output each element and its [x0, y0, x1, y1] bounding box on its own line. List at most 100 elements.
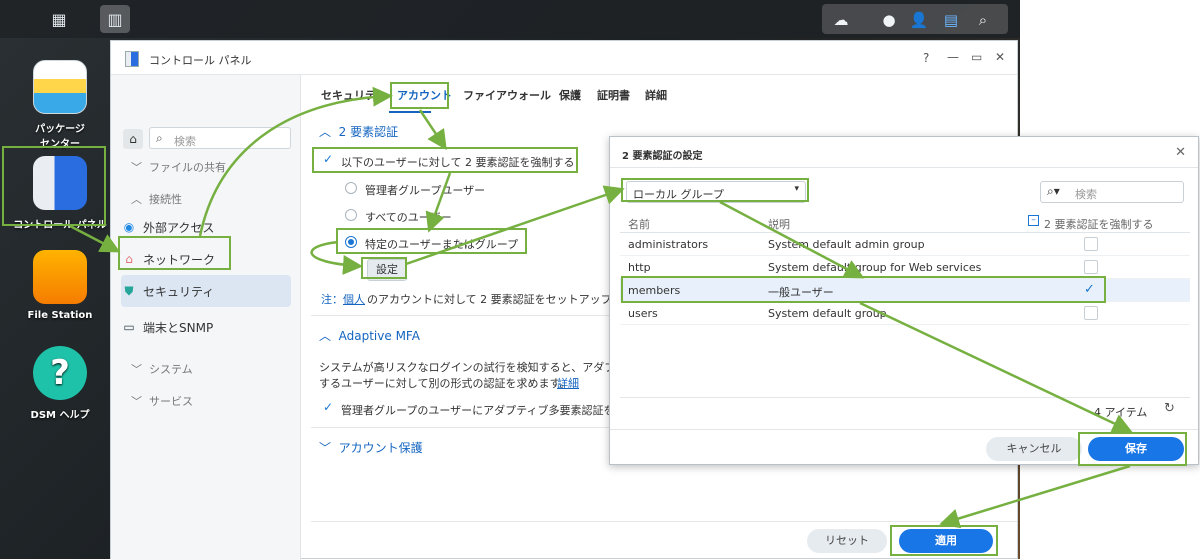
dialog-title-divider [610, 167, 1198, 168]
note-text: のアカウントに対して 2 要素認証をセットアップで [367, 293, 623, 306]
active-tab-underline [389, 111, 431, 113]
personal-link[interactable]: 個人 [343, 291, 365, 307]
section-title: Adaptive MFA [338, 329, 420, 343]
widgets-icon[interactable]: ▤ [940, 9, 962, 31]
radio-all-users[interactable] [345, 209, 357, 221]
main-menu-icon[interactable]: ▦ [44, 5, 74, 33]
settings-button[interactable]: 設定 [367, 259, 407, 281]
item-count: 4 アイテム [1094, 406, 1148, 419]
radio-admin-group[interactable] [345, 182, 357, 194]
folder-icon [33, 250, 87, 304]
terminal-icon: ▭ [123, 320, 135, 334]
divider [311, 315, 611, 316]
sidebar-item-security[interactable]: ⛊ セキュリティ [121, 275, 291, 307]
tab-advanced[interactable]: 詳細 [645, 87, 667, 103]
footer-divider [311, 521, 1017, 522]
section-mfa-header[interactable]: ︿ Adaptive MFA [319, 327, 420, 344]
tab-protection[interactable]: 保護 [559, 87, 581, 103]
enforce-2fa-checkbox[interactable]: ✓ [323, 153, 335, 165]
close-button[interactable]: ✕ [995, 50, 1005, 64]
enforce-checkbox[interactable] [1084, 237, 1098, 251]
table-row[interactable]: members 一般ユーザー ✓ [620, 279, 1190, 302]
sidebar-group-label: サービス [149, 395, 193, 408]
dialog-title: 2 要素認証の設定 [622, 151, 703, 162]
table-row[interactable]: administrators System default admin group [620, 233, 1190, 256]
search-icon[interactable]: ⌕ [972, 9, 994, 31]
section-title: 2 要素認証 [338, 125, 399, 139]
select-all-checkbox[interactable]: – [1028, 215, 1039, 226]
sidebar-group-file-sharing[interactable]: ﹀ ファイルの共有 [131, 159, 226, 175]
details-link[interactable]: 詳細 [557, 375, 579, 391]
sidebar-item-external-access[interactable]: ◉ 外部アクセス [121, 211, 291, 243]
sidebar-item-label: セキュリティ [143, 284, 215, 299]
sidebar-item-label: 外部アクセス [143, 220, 215, 235]
cancel-button[interactable]: キャンセル [986, 437, 1082, 461]
minimize-button[interactable]: — [947, 50, 959, 64]
reset-button[interactable]: リセット [807, 529, 887, 553]
sidebar-group-label: システム [149, 363, 193, 376]
group-description: 一般ユーザー [768, 286, 834, 299]
desktop-icon-label: パッケージ センター [35, 124, 85, 150]
table-footer-divider [620, 397, 1190, 398]
shield-icon: ⛊ [124, 283, 134, 298]
adaptive-mfa-checkbox[interactable]: ✓ [323, 401, 335, 413]
apply-button[interactable]: 適用 [899, 529, 993, 553]
group-type-select[interactable]: ローカル グループ ▾ [626, 181, 806, 203]
network-icon: ⌂ [125, 252, 133, 266]
help-button[interactable]: ? [923, 51, 929, 65]
user-icon[interactable]: 👤 [908, 9, 930, 31]
group-description: System default admin group [768, 238, 925, 251]
desktop-icon-file-station[interactable]: File Station [8, 250, 112, 321]
desktop-icon-dsm-help[interactable]: ? DSM ヘルプ [8, 346, 112, 421]
mfa-description-line2: するユーザーに対して別の形式の認証を求めます。 [319, 377, 571, 390]
tab-security[interactable]: セキュリティ [321, 87, 386, 103]
section-2fa-header[interactable]: ︿ 2 要素認証 [319, 123, 398, 140]
tab-firewall[interactable]: ファイアウォール [463, 87, 551, 103]
enforce-checkbox[interactable]: ✓ [1084, 283, 1098, 297]
refresh-icon[interactable]: ↻ [1164, 401, 1175, 416]
sidebar-group-connectivity[interactable]: ︿ 接続性 [131, 191, 182, 207]
table-row[interactable]: users System default group [620, 302, 1190, 325]
dialog-search-input[interactable]: ⌕▾ 検索 [1040, 181, 1184, 203]
note-prefix: 注： [321, 293, 343, 306]
section-account-protection-header[interactable]: ﹀ アカウント保護 [319, 439, 423, 456]
group-name: members [628, 284, 681, 297]
help-icon: ? [33, 346, 87, 400]
mfa-description-line1: システムが高リスクなログインの試行を検知すると、アダプテ [319, 361, 627, 374]
divider [311, 427, 611, 428]
home-icon[interactable]: ⌂ [123, 129, 143, 149]
sidebar-item-label: ネットワーク [143, 252, 216, 267]
column-description: 説明 [768, 218, 790, 231]
chat-icon[interactable]: ● [878, 9, 900, 31]
2fa-settings-dialog: 2 要素認証の設定 ✕ ローカル グループ ▾ ⌕▾ 検索 名前 説明 – 2 … [609, 136, 1199, 465]
desktop-icon-label: コントロール パネル [13, 220, 107, 231]
dialog-close-icon[interactable]: ✕ [1175, 145, 1186, 160]
desktop-icon-label: File Station [27, 310, 93, 321]
tab-account[interactable]: アカウント [397, 87, 452, 103]
sidebar-search-input[interactable]: ⌕ 検索 [149, 127, 291, 149]
sidebar-item-terminal-snmp[interactable]: ▭ 端末とSNMP [121, 311, 291, 343]
enforce-2fa-label: 以下のユーザーに対して 2 要素認証を強制する [341, 156, 575, 169]
control-panel-taskbar-icon[interactable]: ▥ [100, 5, 130, 33]
sidebar-group-services[interactable]: ﹀ サービス [131, 393, 193, 409]
cloud-sync-icon[interactable]: ☁ [830, 9, 852, 31]
radio-all-users-label: すべてのユーザー [365, 211, 452, 224]
group-name: administrators [628, 238, 709, 251]
desktop-icon-package-center[interactable]: パッケージ センター [8, 60, 112, 150]
desktop-icon-control-panel[interactable]: コントロール パネル [8, 156, 112, 231]
enforce-checkbox[interactable] [1084, 260, 1098, 274]
radio-specific-users[interactable] [345, 236, 357, 248]
save-button[interactable]: 保存 [1088, 437, 1184, 461]
sidebar-group-system[interactable]: ﹀ システム [131, 361, 193, 377]
group-name: http [628, 261, 651, 274]
enforce-checkbox[interactable] [1084, 306, 1098, 320]
sidebar-item-label: 端末とSNMP [143, 320, 214, 335]
window-titlebar: コントロール パネル ? — ▭ ✕ [111, 41, 1017, 75]
sidebar-item-network[interactable]: ⌂ ネットワーク [121, 243, 291, 275]
maximize-button[interactable]: ▭ [971, 50, 982, 64]
adaptive-mfa-label: 管理者グループのユーザーにアダプティブ多要素認証を有 [341, 404, 626, 417]
tab-certificate[interactable]: 証明書 [597, 87, 630, 103]
control-panel-small-icon [125, 51, 139, 67]
search-placeholder: 検索 [174, 135, 196, 148]
table-row[interactable]: http System default group for Web service… [620, 256, 1190, 279]
